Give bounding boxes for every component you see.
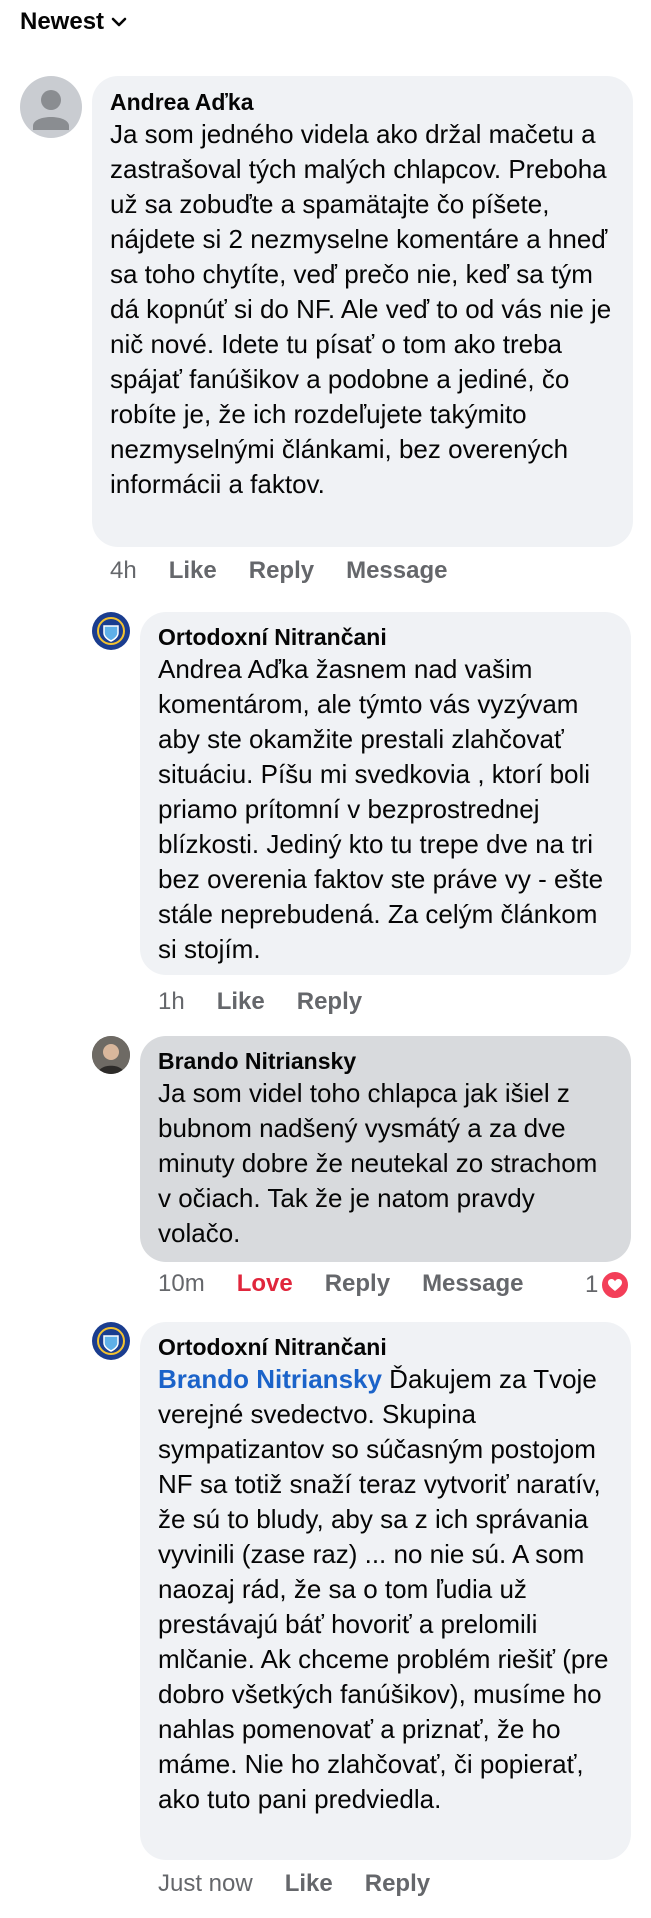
comment-author[interactable]: Ortodoxní Nitrančani xyxy=(158,622,613,652)
comment-actions: Just now Like Reply xyxy=(158,1870,462,1898)
reply-button[interactable]: Reply xyxy=(249,557,314,585)
reply-button[interactable]: Reply xyxy=(325,1270,390,1298)
reply-button[interactable]: Reply xyxy=(297,988,362,1016)
club-crest-icon xyxy=(93,613,129,649)
comment-actions: 4h Like Reply Message xyxy=(110,557,479,585)
avatar[interactable] xyxy=(20,76,82,138)
comment-author[interactable]: Ortodoxní Nitrančani xyxy=(158,1332,613,1362)
comment-bubble: Ortodoxní Nitrančani Brando Nitriansky Ď… xyxy=(140,1322,631,1860)
comment-time[interactable]: 10m xyxy=(158,1270,205,1298)
mention-link[interactable]: Brando Nitriansky xyxy=(158,1364,382,1394)
reply-button[interactable]: Reply xyxy=(365,1870,430,1898)
comment-text: Brando Nitriansky Ďakujem za Tvoje verej… xyxy=(158,1362,613,1817)
comment: Ortodoxní Nitrančani Andrea Aďka žasnem … xyxy=(92,612,631,975)
comment-time[interactable]: 1h xyxy=(158,988,185,1016)
comment-text: Ja som videl toho chlapca jak išiel z bu… xyxy=(158,1078,598,1248)
comment: Andrea Aďka Ja som jedného videla ako dr… xyxy=(20,76,633,547)
comment-actions: 10m Love Reply Message xyxy=(158,1270,555,1298)
message-button[interactable]: Message xyxy=(346,557,447,585)
user-photo-icon xyxy=(92,1036,130,1074)
comment: Brando Nitriansky Ja som videl toho chla… xyxy=(92,1036,631,1262)
comment-time[interactable]: Just now xyxy=(158,1870,253,1898)
avatar[interactable] xyxy=(92,612,130,650)
sort-label: Newest xyxy=(20,8,105,35)
club-crest-icon xyxy=(93,1323,129,1359)
comment-time[interactable]: 4h xyxy=(110,557,137,585)
default-user-icon xyxy=(33,90,69,130)
comment-actions: 1h Like Reply xyxy=(158,988,394,1016)
chevron-down-icon xyxy=(111,17,127,27)
comment-bubble: Brando Nitriansky Ja som videl toho chla… xyxy=(140,1036,631,1262)
comment-body: Ďakujem za Tvoje verejné svedectvo. Skup… xyxy=(158,1364,609,1814)
comment-text: Andrea Aďka žasnem nad vašim komentárom,… xyxy=(158,654,604,964)
reaction-count[interactable]: 1 xyxy=(585,1270,631,1300)
comment-text: Ja som jedného videla ako držal mačetu a… xyxy=(110,119,612,499)
comment-bubble: Ortodoxní Nitrančani Andrea Aďka žasnem … xyxy=(140,612,631,975)
heart-icon xyxy=(600,1270,631,1300)
avatar[interactable] xyxy=(92,1036,130,1074)
like-button[interactable]: Like xyxy=(169,557,217,585)
sort-dropdown[interactable]: Newest xyxy=(20,8,128,36)
comment-author[interactable]: Andrea Aďka xyxy=(110,87,615,117)
message-button[interactable]: Message xyxy=(422,1270,523,1298)
avatar[interactable] xyxy=(92,1322,130,1360)
reaction-number: 1 xyxy=(585,1271,599,1298)
like-button[interactable]: Like xyxy=(217,988,265,1016)
comment-bubble: Andrea Aďka Ja som jedného videla ako dr… xyxy=(92,76,633,547)
like-button[interactable]: Like xyxy=(285,1870,333,1898)
love-button[interactable]: Love xyxy=(237,1270,293,1298)
comment: Ortodoxní Nitrančani Brando Nitriansky Ď… xyxy=(92,1322,631,1860)
comment-author[interactable]: Brando Nitriansky xyxy=(158,1046,613,1076)
